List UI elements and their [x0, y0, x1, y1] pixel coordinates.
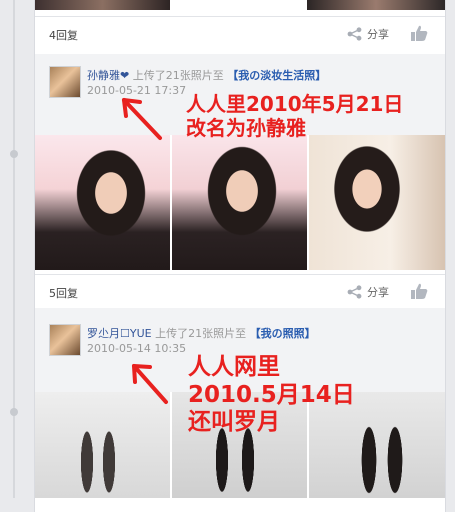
entry-line: 罗尐月☐YUE 上传了21张照片至 【我の照照】: [87, 325, 316, 341]
thumbs-up-icon[interactable]: [409, 281, 431, 301]
reply-count[interactable]: 4回复: [49, 27, 78, 43]
share-label: 分享: [367, 28, 389, 41]
annotation-text: 人人里2010年5月21日 改名为孙静雅: [186, 92, 403, 140]
album-link[interactable]: 【我の淡妆生活照】: [227, 69, 326, 82]
post-footer: 4回复 分享: [35, 16, 445, 51]
username-link[interactable]: 孙静雅❤: [87, 69, 129, 82]
thumbs-up-icon[interactable]: [409, 23, 431, 43]
timeline-dot: [10, 408, 18, 416]
annotation-line: 人人网里: [188, 354, 280, 380]
avatar[interactable]: [49, 324, 81, 356]
share-button[interactable]: 分享: [347, 26, 389, 42]
photo-thumbnail[interactable]: [35, 135, 170, 270]
post-card: 5回复 分享: [34, 135, 446, 309]
action-text: 上传了21张照片至: [155, 327, 247, 340]
album-link[interactable]: 【我の照照】: [250, 327, 316, 340]
entry-line: 孙静雅❤ 上传了21张照片至 【我の淡妆生活照】: [87, 67, 326, 83]
post-card: 4回复 分享: [34, 0, 446, 54]
share-button[interactable]: 分享: [347, 284, 389, 300]
share-icon: [347, 285, 363, 299]
reply-count[interactable]: 5回复: [49, 285, 78, 301]
action-text: 上传了21张照片至: [132, 69, 224, 82]
annotation-line: 人人里2010年5月21日: [186, 92, 404, 116]
avatar[interactable]: [49, 66, 81, 98]
annotation-line: 2010.5月14日: [188, 381, 355, 408]
username-link[interactable]: 罗尐月☐YUE: [87, 327, 152, 340]
arrow-icon: [122, 98, 162, 140]
photo-thumbnail[interactable]: [35, 0, 170, 10]
annotation-line: 改名为孙静雅: [186, 116, 306, 140]
arrow-icon: [132, 364, 168, 404]
share-icon: [347, 27, 363, 41]
timeline-line: [13, 0, 15, 498]
photo-thumbnail[interactable]: [309, 135, 445, 270]
post-footer: 5回复 分享: [35, 274, 445, 309]
photo-thumbnail[interactable]: [307, 0, 445, 10]
annotation-text: 人人网里 2010.5月14日 还叫罗月: [188, 354, 355, 437]
timeline-dot: [10, 150, 18, 158]
share-label: 分享: [367, 286, 389, 299]
post-date: 2010-05-14 10:35: [87, 342, 187, 355]
photo-thumbnail[interactable]: [172, 135, 307, 270]
annotation-line: 还叫罗月: [188, 409, 280, 436]
